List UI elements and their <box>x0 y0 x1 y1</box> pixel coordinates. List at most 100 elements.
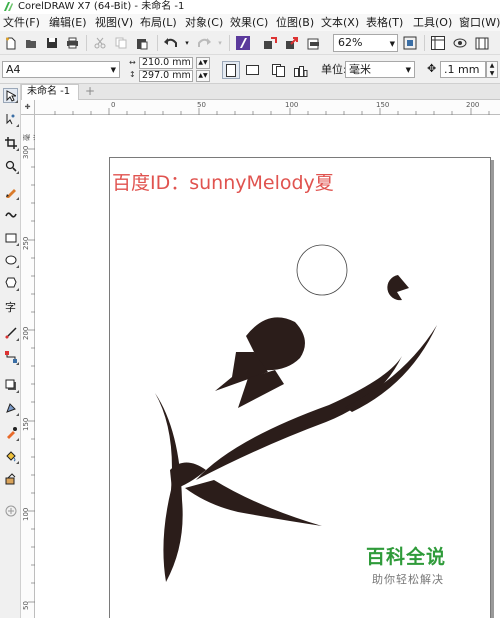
width-icon: ↔ <box>129 58 136 67</box>
horizontal-ruler[interactable]: 0 50 100 150 200 <box>35 100 500 115</box>
vertical-ruler[interactable]: 300 250 200 150 100 50 毫米 <box>21 115 41 618</box>
ruler-label: 0 <box>111 101 116 109</box>
ruler-label: 200 <box>466 101 480 109</box>
polygon-tool-icon[interactable] <box>3 275 19 291</box>
menu-object[interactable]: 对象(C) <box>185 14 223 31</box>
zoom-level-value: 62% <box>338 36 363 49</box>
snap-icon[interactable] <box>474 35 490 51</box>
connector-tool-icon[interactable] <box>3 349 19 365</box>
chevron-down-icon: ▼ <box>405 66 411 74</box>
smart-fill-tool-icon[interactable] <box>3 471 18 486</box>
menu-effects[interactable]: 效果(C) <box>230 14 268 31</box>
pick-tool-icon[interactable] <box>3 88 18 103</box>
redo-icon[interactable] <box>196 35 212 51</box>
paper-size-select[interactable]: A4 ▼ <box>2 61 120 78</box>
coreldraw-logo-icon <box>4 2 13 11</box>
import-icon[interactable] <box>262 35 278 51</box>
standard-toolbar: ▾ ▾ 62% ▼ <box>0 31 500 55</box>
paste-icon[interactable] <box>134 35 150 51</box>
units-value: 毫米 <box>349 63 371 76</box>
paper-size-value: A4 <box>6 63 21 76</box>
cut-icon[interactable] <box>92 35 108 51</box>
page-height-input[interactable]: 297.0 mm <box>139 70 193 82</box>
save-icon[interactable] <box>44 35 60 51</box>
text-tool-icon[interactable]: 字 <box>3 299 18 314</box>
export-icon[interactable] <box>284 35 300 51</box>
nudge-distance-input[interactable]: .1 mm <box>440 61 486 78</box>
menu-text[interactable]: 文本(X) <box>321 14 359 31</box>
print-icon[interactable] <box>64 35 80 51</box>
parallel-dimension-tool-icon[interactable] <box>3 325 19 341</box>
document-tab-bar: 未命名 -1 + <box>21 84 500 100</box>
window-title: CorelDRAW X7 (64-Bit) - 未命名 -1 <box>18 1 185 12</box>
freehand-tool-icon[interactable] <box>3 184 19 200</box>
toolbar-separator <box>157 35 158 51</box>
toolbar-separator <box>229 35 230 51</box>
title-bar: CorelDRAW X7 (64-Bit) - 未命名 -1 <box>0 0 500 14</box>
ruler-label: 150 <box>22 417 30 431</box>
copy-icon[interactable] <box>113 35 129 51</box>
vertical-ruler-ticks <box>28 148 35 603</box>
full-screen-icon[interactable] <box>402 35 418 51</box>
zoom-level-select[interactable]: 62% ▼ <box>333 34 398 52</box>
page-width-input[interactable]: 210.0 mm <box>139 57 193 69</box>
page-width-spinner[interactable]: ▲▼ <box>196 57 210 69</box>
menu-window[interactable]: 窗口(W) <box>459 14 500 31</box>
show-rulers-icon[interactable] <box>430 35 446 51</box>
ruler-label: 150 <box>376 101 390 109</box>
drop-shadow-tool-icon[interactable] <box>3 377 19 393</box>
menu-table[interactable]: 表格(T) <box>366 14 403 31</box>
add-tool-icon[interactable] <box>3 503 18 518</box>
nudge-distance-spinner[interactable]: ▲ ▼ <box>486 61 498 78</box>
units-label: 单位: <box>321 63 347 76</box>
chevron-down-icon: ▼ <box>110 66 116 74</box>
ruler-label: 100 <box>285 101 299 109</box>
undo-dropdown-icon[interactable]: ▾ <box>179 35 195 51</box>
watermark-title: 百科全说 <box>366 546 447 568</box>
ellipse-tool-icon[interactable] <box>3 252 19 268</box>
transparency-tool-icon[interactable] <box>3 400 19 416</box>
artistic-media-tool-icon[interactable] <box>3 207 18 222</box>
ruler-label: 50 <box>197 101 206 109</box>
menu-layout[interactable]: 布局(L) <box>140 14 177 31</box>
undo-icon[interactable] <box>163 35 179 51</box>
ruler-label: 50 <box>22 601 30 610</box>
toolbox: 字 <box>0 84 21 618</box>
publish-pdf-icon[interactable] <box>306 35 322 51</box>
ruler-origin-icon[interactable]: ✚ <box>21 100 35 115</box>
shape-tool-icon[interactable] <box>3 111 19 127</box>
interactive-fill-tool-icon[interactable] <box>3 448 19 464</box>
portrait-button[interactable] <box>222 61 240 79</box>
page-height-spinner[interactable]: ▲▼ <box>196 70 210 82</box>
add-tab-icon[interactable]: + <box>84 85 96 98</box>
landscape-button[interactable] <box>243 61 261 79</box>
show-grid-icon[interactable] <box>452 35 468 51</box>
document-tab[interactable]: 未命名 -1 <box>21 84 79 100</box>
baidu-id-caption[interactable]: 百度ID：sunnyMelody夏 <box>112 168 334 195</box>
menu-file[interactable]: 文件(F) <box>3 14 40 31</box>
current-page-button[interactable] <box>292 61 310 79</box>
color-eyedropper-tool-icon[interactable] <box>3 425 19 441</box>
redo-dropdown-icon[interactable]: ▾ <box>212 35 228 51</box>
units-select[interactable]: 毫米 ▼ <box>345 61 415 78</box>
rectangle-tool-icon[interactable] <box>3 230 19 246</box>
open-icon[interactable] <box>23 35 39 51</box>
search-content-icon[interactable] <box>235 35 251 51</box>
ruler-label: 300 <box>22 145 30 159</box>
ruler-label: 250 <box>22 236 30 250</box>
height-icon: ↕ <box>129 70 136 79</box>
crop-tool-icon[interactable] <box>3 135 19 151</box>
ruler-label: 200 <box>22 326 30 340</box>
chevron-down-icon: ▼ <box>389 40 395 48</box>
horizontal-ruler-ticks <box>54 108 490 115</box>
menu-tools[interactable]: 工具(O) <box>413 14 452 31</box>
all-pages-button[interactable] <box>270 61 288 79</box>
property-bar: A4 ▼ ↔ 210.0 mm ▲▼ ↕ 297.0 mm ▲▼ 单位: 毫米 … <box>0 55 500 84</box>
new-icon[interactable] <box>3 35 19 51</box>
nudge-distance-icon: ✥ <box>427 62 437 75</box>
menu-view[interactable]: 视图(V) <box>95 14 133 31</box>
menu-edit[interactable]: 编辑(E) <box>49 14 87 31</box>
toolbar-separator <box>424 35 425 51</box>
menu-bitmaps[interactable]: 位图(B) <box>276 14 314 31</box>
zoom-tool-icon[interactable] <box>3 158 19 174</box>
